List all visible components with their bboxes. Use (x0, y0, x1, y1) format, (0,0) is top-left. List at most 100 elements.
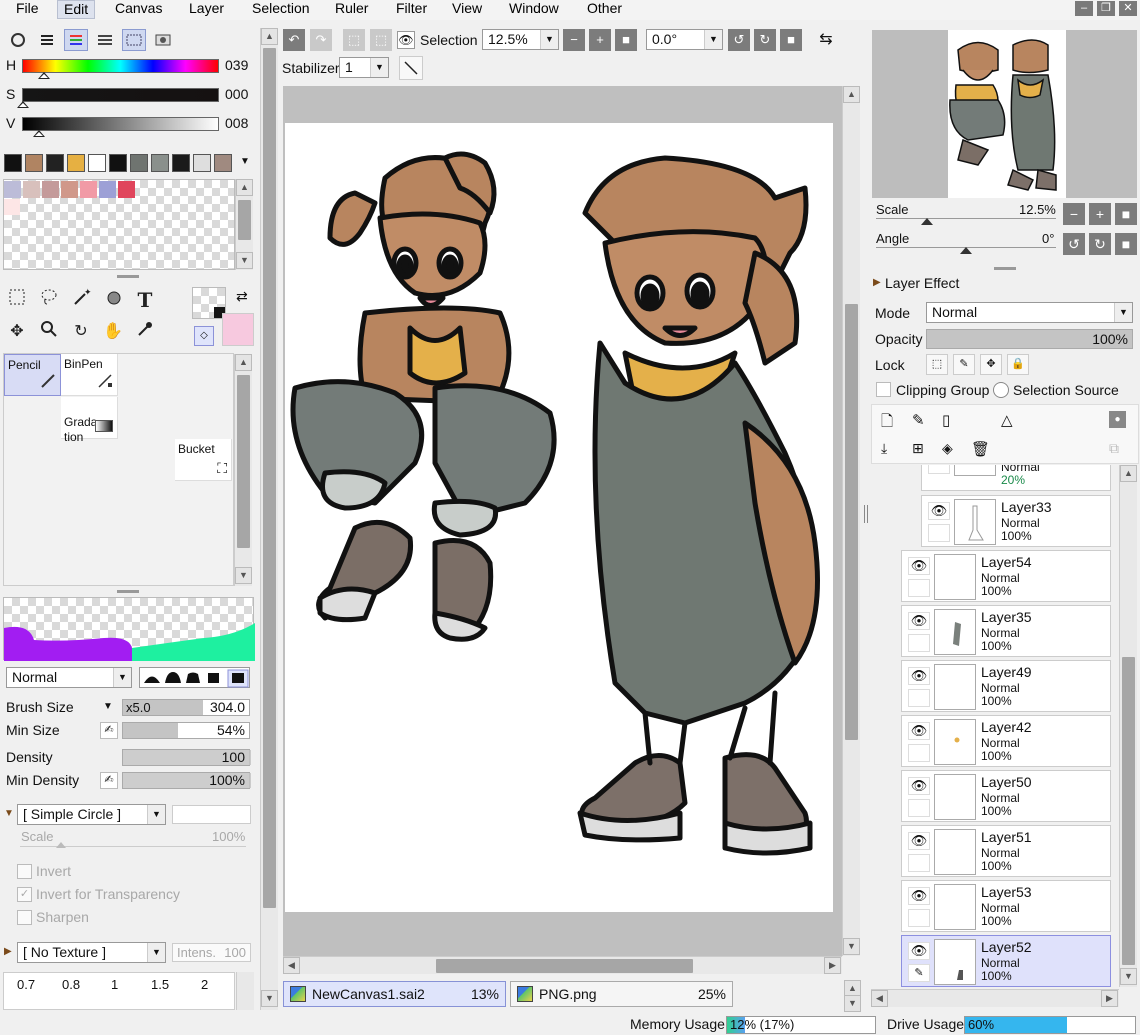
invert-selection-icon[interactable]: ⬚ (370, 29, 392, 51)
text-tool-icon[interactable]: T (132, 287, 158, 313)
layer-visibility-icon[interactable]: 👁 (908, 722, 930, 740)
color-swatch[interactable] (193, 154, 211, 172)
palette-swatch[interactable] (4, 181, 21, 198)
transparent-color-icon[interactable]: ◇ (194, 326, 214, 346)
layer-lock-slot[interactable] (928, 524, 950, 542)
value-slider-thumb[interactable] (32, 130, 45, 137)
size-preset[interactable]: 1.5 (151, 977, 169, 992)
layer-lock-slot[interactable] (908, 909, 930, 927)
swatch-list-mode-icon[interactable] (93, 29, 117, 51)
merge-down-icon[interactable]: ⤓ (881, 440, 887, 457)
color-swatch[interactable] (46, 154, 64, 172)
min-density-slider[interactable]: 100% (122, 772, 251, 789)
layer-panel-mode-icon[interactable]: ● (1109, 411, 1126, 428)
brush-bucket[interactable]: Bucket ⛶ (175, 439, 232, 481)
shape-scale-thumb[interactable] (56, 842, 66, 848)
eyedropper-icon[interactable] (132, 319, 158, 345)
layer-pen-icon[interactable]: ✎ (908, 964, 930, 982)
color-swatch[interactable] (151, 154, 169, 172)
pressure-icon[interactable]: ✍ (100, 772, 118, 789)
texture-intensity[interactable]: Intens. 100 (172, 943, 251, 962)
collapse-triangle-icon[interactable]: ▼ (4, 808, 14, 819)
palette-swatch[interactable] (80, 181, 97, 198)
menu-window[interactable]: Window (503, 0, 565, 19)
palette-swatch[interactable] (99, 181, 116, 198)
layer-visibility-icon[interactable]: 👁 (908, 832, 930, 850)
palette-swatch[interactable] (61, 181, 78, 198)
hue-slider-thumb[interactable] (38, 72, 51, 79)
brush-binpen[interactable]: BinPen (61, 354, 118, 396)
layer-visibility-icon[interactable]: 👁 (908, 557, 930, 575)
redo-icon[interactable]: ↷ (310, 29, 332, 51)
scroll-left-icon[interactable]: ◀ (871, 990, 888, 1007)
palette-swatch[interactable] (118, 181, 135, 198)
rgb-sliders-mode-icon[interactable] (35, 29, 59, 51)
navigator-angle-thumb[interactable] (960, 247, 972, 254)
scroll-down-icon[interactable]: ▼ (843, 938, 860, 955)
selection-toggle-label[interactable]: Selection (420, 32, 478, 48)
layer-effect-label[interactable]: Layer Effect (885, 275, 959, 291)
navigator-scale-thumb[interactable] (921, 218, 933, 225)
layer-lock-slot[interactable] (908, 689, 930, 707)
layer-lock-slot[interactable] (908, 744, 930, 762)
restore-icon[interactable]: ❐ (1097, 1, 1115, 16)
layer-visibility-icon[interactable]: 👁 (908, 667, 930, 685)
clear-layer-icon[interactable]: ◈ (942, 440, 953, 457)
layer-lock-slot[interactable] (908, 579, 930, 597)
shape-scale-slider[interactable] (20, 846, 246, 847)
navigator-scale-slider[interactable] (876, 218, 1056, 219)
layer-visibility-icon[interactable]: 👁 (908, 887, 930, 905)
scroll-right-icon[interactable]: ▶ (824, 957, 841, 974)
close-icon[interactable]: ✕ (1119, 1, 1137, 16)
scroll-up-icon[interactable]: ▲ (235, 354, 252, 371)
menu-file[interactable]: File (10, 0, 45, 19)
menu-other[interactable]: Other (581, 0, 628, 19)
scroll-right-icon[interactable]: ▶ (1101, 990, 1118, 1007)
rect-select-icon[interactable] (4, 287, 30, 313)
tab-newcanvas[interactable]: NewCanvas1.sai2 13% (283, 981, 506, 1007)
tab-png[interactable]: PNG.png 25% (510, 981, 733, 1007)
move-icon[interactable]: ✥ (4, 319, 30, 345)
layer-list-hscrollbar[interactable]: ◀ ▶ (871, 989, 1119, 1007)
nav-zoom-reset-icon[interactable]: ■ (1115, 203, 1137, 225)
color-swatch[interactable] (88, 154, 106, 172)
menu-view[interactable]: View (446, 0, 488, 19)
brush-pencil[interactable]: Pencil (4, 354, 61, 396)
layer-row[interactable]: 👁 Layer49 Normal 100% (901, 660, 1111, 712)
hsv-sliders-mode-icon[interactable] (64, 29, 88, 51)
brush-blend-mode-select[interactable]: Normal ▼ (6, 667, 132, 688)
new-pen-layer-icon[interactable]: ✎ (912, 411, 925, 429)
layer-list-scrollbar[interactable]: ▲ ▼ (1119, 465, 1137, 987)
lock-all-icon[interactable]: 🔒 (1007, 354, 1029, 375)
zoom-select[interactable]: 12.5% ▼ (482, 29, 559, 50)
lock-transparency-icon[interactable]: ⬚ (926, 354, 948, 375)
layer-row-selected[interactable]: 👁 ✎ Layer52 Normal 100% (901, 935, 1111, 987)
size-preset[interactable]: 0.8 (62, 977, 80, 992)
menu-layer[interactable]: Layer (183, 0, 230, 19)
swatch-dropdown-icon[interactable]: ▼ (240, 156, 250, 167)
left-panel-scroll-thumb[interactable] (263, 48, 276, 908)
density-slider[interactable]: 100 (122, 749, 251, 766)
color-swatch[interactable] (4, 154, 22, 172)
straight-line-icon[interactable] (399, 56, 423, 80)
layer-opacity-slider[interactable]: 100% (926, 329, 1133, 349)
new-layer-icon[interactable]: 🗋 (881, 411, 893, 436)
palette-mode-icon[interactable] (122, 29, 146, 51)
texture-select[interactable]: [ No Texture ] ▼ (17, 942, 166, 963)
layer-mode-select[interactable]: Normal ▼ (926, 302, 1133, 323)
color-swatch[interactable] (25, 154, 43, 172)
nav-zoom-in-icon[interactable]: + (1089, 203, 1111, 225)
scroll-up-icon[interactable]: ▲ (261, 28, 278, 45)
layer-row[interactable]: Normal 20% (921, 465, 1111, 491)
expand-triangle-icon[interactable]: ▶ (873, 277, 881, 288)
hue-slider[interactable] (22, 59, 219, 73)
stabilizer-select[interactable]: 1 ▼ (339, 57, 389, 78)
scroll-left-icon[interactable]: ◀ (283, 957, 300, 974)
brush-gradation[interactable]: Grada- tion (61, 397, 118, 444)
color-wheel-mode-icon[interactable] (6, 29, 30, 51)
layer-lock-slot[interactable] (908, 799, 930, 817)
zoom-icon[interactable] (36, 319, 62, 345)
saturation-slider[interactable] (22, 88, 219, 102)
tabs-scroll-down-icon[interactable]: ▼ (844, 995, 861, 1012)
layer-row[interactable]: 👁 Layer54 Normal 100% (901, 550, 1111, 602)
